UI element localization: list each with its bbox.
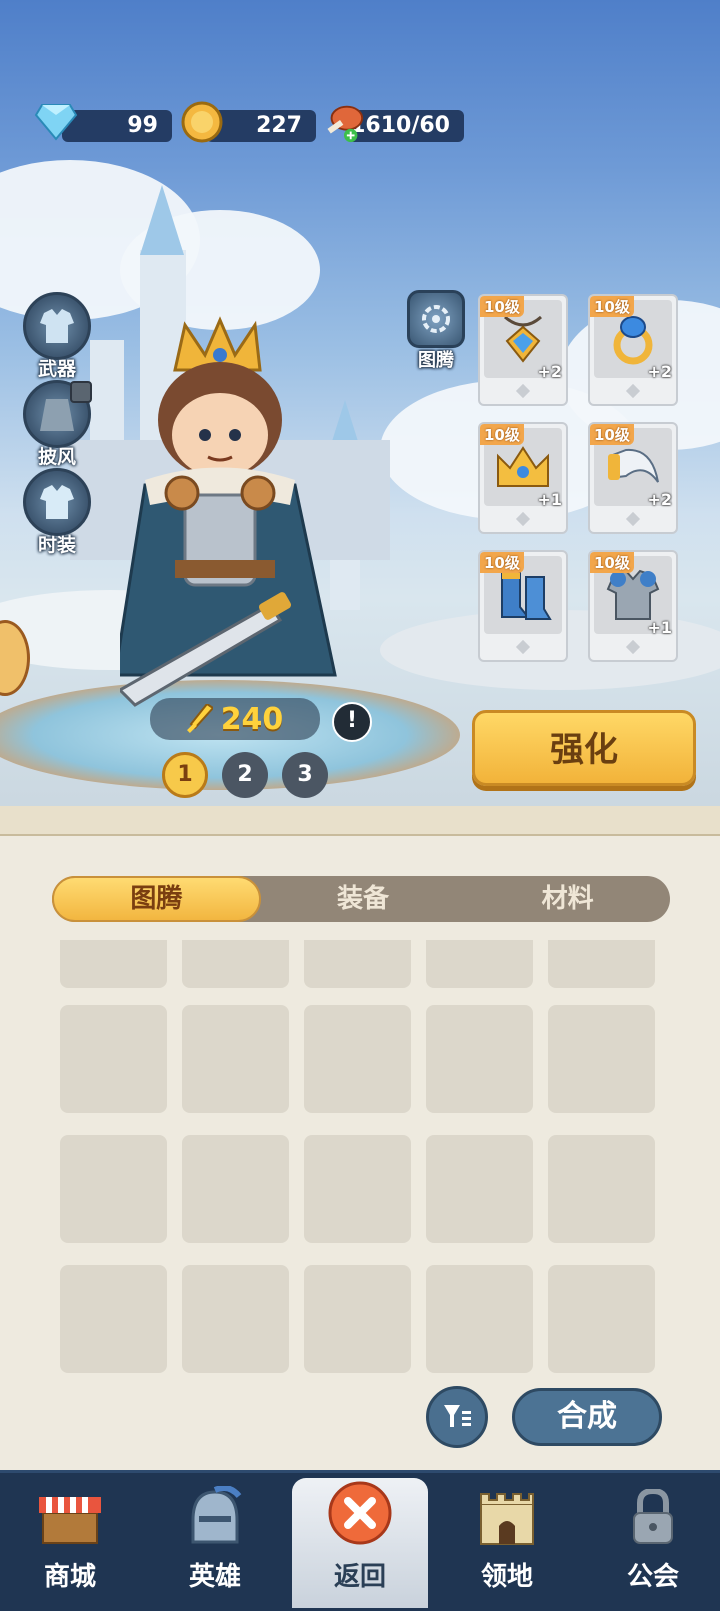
tab-totem[interactable]: 图腾 (52, 876, 261, 922)
inventory-cell[interactable] (304, 1135, 411, 1243)
inventory-cell[interactable] (426, 1265, 533, 1373)
compose-button[interactable]: 合成 (512, 1388, 662, 1446)
inventory-cell[interactable] (60, 1265, 167, 1373)
tab-equipment[interactable]: 装备 (261, 876, 466, 922)
inventory-cell[interactable] (60, 1005, 167, 1113)
totem-icon (407, 290, 465, 348)
equipment-slot-crown[interactable]: 10级 +1 (478, 422, 568, 534)
shop-icon (35, 1486, 105, 1548)
combat-power: 240 (150, 698, 320, 740)
filter-button[interactable] (426, 1386, 488, 1448)
equipment-slot-boots[interactable]: 10级 (478, 550, 568, 662)
sidebar-item-cape[interactable]: 披风 (22, 380, 92, 469)
equipment-slot-ring[interactable]: 10级 +2 (588, 294, 678, 406)
inventory-cell[interactable] (60, 940, 167, 988)
inventory-cell[interactable] (60, 1135, 167, 1243)
sword-icon (186, 704, 213, 733)
inventory-cell[interactable] (548, 1265, 655, 1373)
inventory-cell[interactable] (426, 1135, 533, 1243)
shirt-icon (23, 292, 91, 360)
inventory-cell[interactable] (304, 1265, 411, 1373)
nav-shop[interactable]: 商城 (15, 1486, 125, 1593)
inventory-cell[interactable] (548, 940, 655, 988)
page-button-3[interactable]: 3 (282, 752, 328, 798)
inventory-cell[interactable] (304, 940, 411, 988)
nav-back[interactable]: 返回 (305, 1478, 415, 1593)
inventory-tabs: 图腾 装备 材料 (52, 876, 670, 922)
boots-icon (501, 572, 552, 620)
sidebar-item-outfit[interactable]: 时装 (22, 468, 92, 557)
chest-armor-icon (606, 569, 660, 620)
equipment-slot-horn[interactable]: 10级 +2 (588, 422, 678, 534)
inventory-cell[interactable] (304, 1005, 411, 1113)
meat-plus-icon[interactable] (322, 100, 366, 144)
page-button-1[interactable]: 1 (162, 752, 208, 798)
gold-coin-icon (180, 100, 224, 144)
power-info-button[interactable]: ! (332, 702, 372, 742)
inventory-cell[interactable] (182, 1265, 289, 1373)
lock-icon (618, 1486, 688, 1548)
hero-character (120, 316, 337, 707)
helmet-icon (180, 1486, 250, 1548)
inventory-cell[interactable] (548, 1005, 655, 1113)
sidebar-item-weapon[interactable]: 武器 (22, 292, 92, 381)
horn-icon (608, 448, 659, 483)
inventory-cell[interactable] (426, 1005, 533, 1113)
page-button-2[interactable]: 2 (222, 752, 268, 798)
ring-icon (613, 316, 653, 365)
diamond-icon (34, 100, 78, 144)
lock-icon (70, 381, 92, 403)
nav-guild[interactable]: 公会 (598, 1486, 708, 1593)
strengthen-button[interactable]: 强化 (472, 710, 696, 786)
crown-icon (497, 446, 549, 487)
outfit-icon (23, 468, 91, 536)
diamond-counter: 99 (62, 110, 172, 142)
nav-hero[interactable]: 英雄 (160, 1486, 270, 1593)
tab-materials[interactable]: 材料 (465, 876, 670, 922)
inventory-cell[interactable] (426, 940, 533, 988)
close-icon (325, 1478, 395, 1548)
totem-button[interactable]: 图腾 (405, 290, 467, 372)
inventory-cell[interactable] (182, 1135, 289, 1243)
equipment-slot-chest[interactable]: 10级 +1 (588, 550, 678, 662)
cape-icon (23, 380, 92, 448)
castle-icon (472, 1486, 542, 1548)
inventory-cell[interactable] (548, 1135, 655, 1243)
amulet-icon (504, 315, 542, 363)
inventory-cell[interactable] (182, 940, 289, 988)
equipment-slot-amulet[interactable]: 10级 +2 (478, 294, 568, 406)
filter-icon (444, 1405, 471, 1427)
inventory-cell[interactable] (182, 1005, 289, 1113)
nav-territory[interactable]: 领地 (452, 1486, 562, 1593)
inventory-grid (60, 940, 662, 1376)
panel-trim (0, 806, 720, 836)
